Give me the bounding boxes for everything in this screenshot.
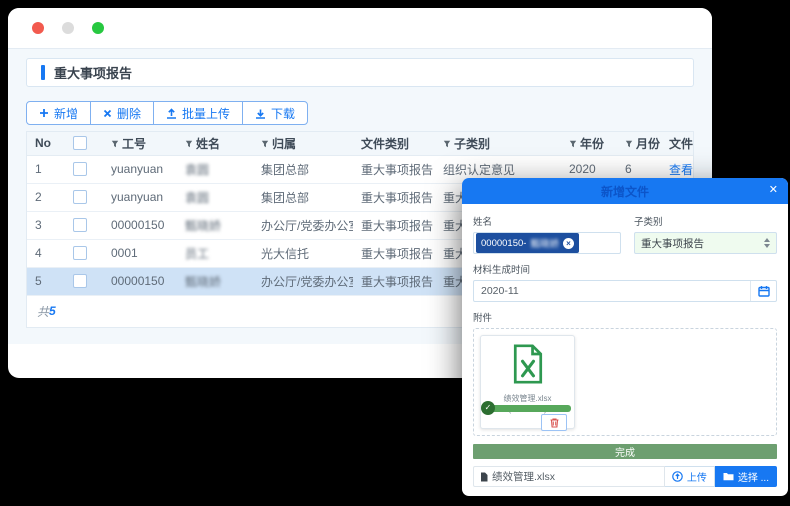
add-file-modal: 新增文件 ✕ 姓名 00000150-甄晓娇 × 子类别 重 bbox=[462, 178, 788, 496]
subcategory-select[interactable]: 重大事项报告 bbox=[634, 232, 777, 254]
row-checkbox[interactable] bbox=[73, 162, 87, 176]
delete-file-button[interactable] bbox=[541, 414, 567, 431]
add-button[interactable]: 新增 bbox=[26, 101, 91, 125]
redacted-name: 袁圆 bbox=[185, 191, 209, 205]
upload-file-button[interactable]: 上传 bbox=[665, 466, 715, 487]
row-checkbox[interactable] bbox=[73, 190, 87, 204]
plus-icon bbox=[39, 108, 49, 118]
row-checkbox[interactable] bbox=[73, 218, 87, 232]
col-header-year[interactable]: 年份 bbox=[561, 132, 617, 155]
col-header-empid[interactable]: 工号 bbox=[103, 132, 177, 155]
select-all-checkbox[interactable] bbox=[73, 136, 87, 150]
delete-button[interactable]: 删除 bbox=[90, 101, 154, 125]
col-header-category: 文件类别 bbox=[353, 132, 435, 155]
folder-icon bbox=[723, 472, 734, 481]
redacted-name: 甄晓娇 bbox=[530, 236, 559, 250]
screenshot-stage: 重大事项报告 新增 删除 批量上传 下载 bbox=[0, 0, 790, 506]
name-tag: 00000150-甄晓娇 × bbox=[476, 233, 579, 253]
col-header-month[interactable]: 月份 bbox=[617, 132, 661, 155]
trash-icon bbox=[550, 418, 559, 428]
attachment-field-label: 附件 bbox=[473, 310, 777, 324]
download-button[interactable]: 下载 bbox=[242, 101, 308, 125]
uploaded-file-card: 绩效管理.xlsx (14.58 KB) ✓ bbox=[480, 335, 575, 429]
col-header-checkbox bbox=[65, 132, 103, 155]
check-icon: ✓ bbox=[481, 401, 495, 415]
filter-icon[interactable] bbox=[111, 137, 119, 151]
page-title: 重大事项报告 bbox=[54, 63, 132, 82]
filter-icon[interactable] bbox=[443, 137, 451, 151]
date-field-label: 材料生成时间 bbox=[473, 262, 777, 276]
close-window-button[interactable] bbox=[32, 22, 44, 34]
choose-file-button[interactable]: 选择 ... bbox=[715, 466, 777, 487]
upload-progress-bar bbox=[484, 405, 571, 412]
uploaded-filename: 绩效管理.xlsx bbox=[481, 393, 574, 404]
file-path-input[interactable]: 绩效管理.xlsx bbox=[473, 466, 665, 487]
excel-file-icon bbox=[511, 344, 545, 384]
upload-complete-bar: 完成 bbox=[473, 444, 777, 459]
title-accent-bar bbox=[41, 65, 45, 80]
attachment-dropzone[interactable]: 绩效管理.xlsx (14.58 KB) ✓ bbox=[473, 328, 777, 436]
table-header-row: No 工号 姓名 归属 文件类别 子类别 年份 月份 文件 bbox=[27, 132, 693, 155]
redacted-name: 袁圆 bbox=[185, 163, 209, 177]
redacted-name: 甄晓娇 bbox=[185, 275, 221, 289]
close-icon[interactable]: ✕ bbox=[769, 183, 778, 196]
col-header-no: No bbox=[27, 132, 65, 155]
batch-upload-button[interactable]: 批量上传 bbox=[153, 101, 243, 125]
subcategory-field-label: 子类别 bbox=[634, 214, 777, 228]
date-input[interactable]: 2020-11 bbox=[473, 280, 777, 302]
row-checkbox[interactable] bbox=[73, 246, 87, 260]
page-title-panel: 重大事项报告 bbox=[26, 58, 694, 87]
col-header-file: 文件 bbox=[661, 132, 693, 155]
upload-icon bbox=[166, 108, 177, 119]
col-header-subcategory[interactable]: 子类别 bbox=[435, 132, 561, 155]
name-field-label: 姓名 bbox=[473, 214, 621, 228]
modal-title: 新增文件 bbox=[462, 183, 788, 200]
calendar-icon[interactable] bbox=[750, 281, 776, 301]
filter-icon[interactable] bbox=[625, 137, 633, 151]
modal-body: 姓名 00000150-甄晓娇 × 子类别 重大事项报告 bbox=[462, 204, 788, 496]
window-titlebar bbox=[8, 8, 712, 48]
view-file-link[interactable]: 查看 bbox=[669, 163, 693, 177]
select-spinner-icon bbox=[764, 238, 770, 248]
remove-tag-icon[interactable]: × bbox=[563, 238, 574, 249]
redacted-name: 甄晓娇 bbox=[185, 219, 221, 233]
download-icon bbox=[255, 108, 266, 119]
filter-icon[interactable] bbox=[261, 137, 269, 151]
filter-icon[interactable] bbox=[185, 137, 193, 151]
row-checkbox[interactable] bbox=[73, 274, 87, 288]
modal-header: 新增文件 ✕ bbox=[462, 178, 788, 204]
maximize-window-button[interactable] bbox=[92, 22, 104, 34]
x-icon bbox=[103, 109, 112, 118]
document-icon bbox=[480, 472, 488, 482]
col-header-name[interactable]: 姓名 bbox=[177, 132, 253, 155]
table-toolbar: 新增 删除 批量上传 下载 bbox=[26, 101, 308, 125]
minimize-window-button[interactable] bbox=[62, 22, 74, 34]
col-header-org[interactable]: 归属 bbox=[253, 132, 353, 155]
name-input[interactable]: 00000150-甄晓娇 × bbox=[473, 232, 621, 254]
redacted-name: 员工 bbox=[185, 247, 209, 261]
filter-icon[interactable] bbox=[569, 137, 577, 151]
circle-upload-icon bbox=[672, 471, 683, 482]
